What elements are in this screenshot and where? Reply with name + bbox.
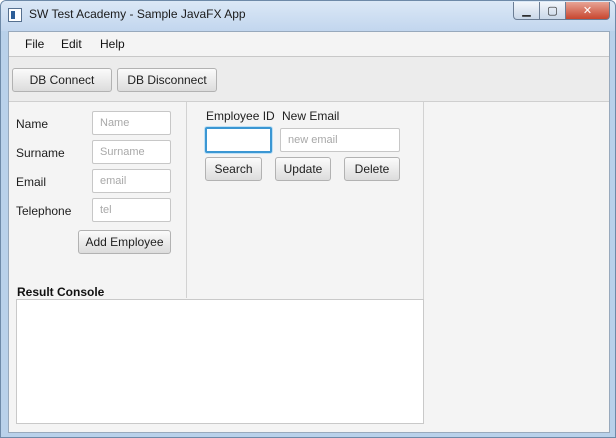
window-controls: ▁ ▢ ✕ xyxy=(513,2,610,20)
email-field[interactable]: email xyxy=(92,169,171,193)
email-label: Email xyxy=(16,175,47,189)
minimize-button[interactable]: ▁ xyxy=(513,2,540,20)
delete-button[interactable]: Delete xyxy=(344,157,400,181)
title-bar[interactable]: SW Test Academy - Sample JavaFX App ▁ ▢ … xyxy=(1,1,615,31)
minimize-icon: ▁ xyxy=(522,4,531,17)
telephone-label: Telephone xyxy=(16,204,72,218)
update-button[interactable]: Update xyxy=(275,157,331,181)
app-window: SW Test Academy - Sample JavaFX App ▁ ▢ … xyxy=(0,0,616,438)
result-console-title: Result Console xyxy=(17,285,105,299)
toolbar: DB Connect DB Disconnect xyxy=(9,57,609,102)
name-label: Name xyxy=(16,117,49,131)
menu-file[interactable]: File xyxy=(25,37,44,51)
menu-bar: File Edit Help xyxy=(9,32,609,57)
result-console[interactable] xyxy=(16,299,424,424)
client-area: File Edit Help DB Connect DB Disconnect … xyxy=(8,31,610,433)
db-connect-button[interactable]: DB Connect xyxy=(12,68,112,92)
maximize-button[interactable]: ▢ xyxy=(540,2,566,20)
new-email-field[interactable]: new email xyxy=(280,128,400,152)
maximize-icon: ▢ xyxy=(547,4,558,17)
surname-field[interactable]: Surname xyxy=(92,140,171,164)
close-icon: ✕ xyxy=(582,4,593,17)
new-email-label: New Email xyxy=(282,109,340,123)
surname-label: Surname xyxy=(16,146,65,160)
left-panel-divider xyxy=(186,102,187,298)
menu-edit[interactable]: Edit xyxy=(61,37,82,51)
right-panel-divider xyxy=(423,102,424,299)
search-button[interactable]: Search xyxy=(205,157,262,181)
window-title: SW Test Academy - Sample JavaFX App xyxy=(29,7,246,21)
db-disconnect-button[interactable]: DB Disconnect xyxy=(117,68,217,92)
employee-id-field[interactable] xyxy=(205,127,272,153)
add-employee-button[interactable]: Add Employee xyxy=(78,230,171,254)
close-button[interactable]: ✕ xyxy=(566,2,610,20)
employee-id-label: Employee ID xyxy=(206,109,275,123)
menu-help[interactable]: Help xyxy=(100,37,125,51)
name-field[interactable]: Name xyxy=(92,111,171,135)
app-icon xyxy=(8,8,22,22)
telephone-field[interactable]: tel xyxy=(92,198,171,222)
